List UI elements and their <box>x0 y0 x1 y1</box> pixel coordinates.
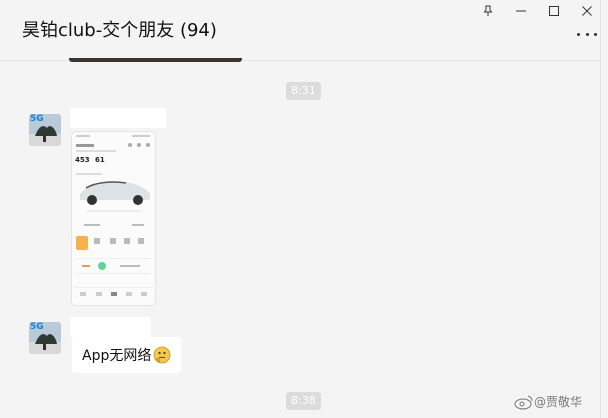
title-bar: 昊铂club-交个朋友 (94) <box>0 0 600 61</box>
message-timestamp: 8:31 <box>286 82 321 100</box>
screenshot-number-1: 453 <box>75 156 90 164</box>
chat-title: 昊铂club-交个朋友 (94) <box>22 20 217 41</box>
maximize-icon-glyph <box>549 6 559 16</box>
pin-icon[interactable] <box>477 2 499 20</box>
more-icon[interactable] <box>577 26 597 42</box>
maximize-icon[interactable] <box>543 2 565 20</box>
minimize-icon[interactable] <box>510 2 532 20</box>
text-message-bubble[interactable]: App无网络 <box>72 337 182 373</box>
weibo-icon <box>514 395 533 409</box>
avatar-badge: 5G <box>30 114 44 124</box>
watermark-text: @贾敬华 <box>534 395 583 409</box>
chat-window: 昊铂club-交个朋友 (94) 8:31 5G 453 61 5G App无网… <box>0 0 608 418</box>
image-message[interactable]: 453 61 <box>71 131 156 306</box>
close-icon-glyph <box>582 6 592 16</box>
minimize-icon-glyph <box>516 10 526 12</box>
previous-image-edge[interactable] <box>69 58 242 62</box>
message-timestamp: 8:38 <box>286 392 321 410</box>
more-dot <box>577 32 580 36</box>
close-icon[interactable] <box>576 2 598 20</box>
avatar[interactable]: 5G <box>29 322 61 354</box>
watermark: @贾敬华 <box>514 393 582 410</box>
more-dot <box>594 32 597 36</box>
pin-icon-glyph <box>483 5 493 16</box>
sender-name <box>70 108 166 128</box>
screenshot-number-2: 61 <box>95 156 105 164</box>
more-dot <box>585 32 589 36</box>
sender-name <box>70 317 151 337</box>
avatar-badge: 5G <box>30 322 44 332</box>
thinking-face-emoji-icon <box>153 346 171 364</box>
adjacent-window-edge <box>600 0 608 418</box>
avatar[interactable]: 5G <box>29 114 61 146</box>
message-text: App无网络 <box>82 348 152 364</box>
